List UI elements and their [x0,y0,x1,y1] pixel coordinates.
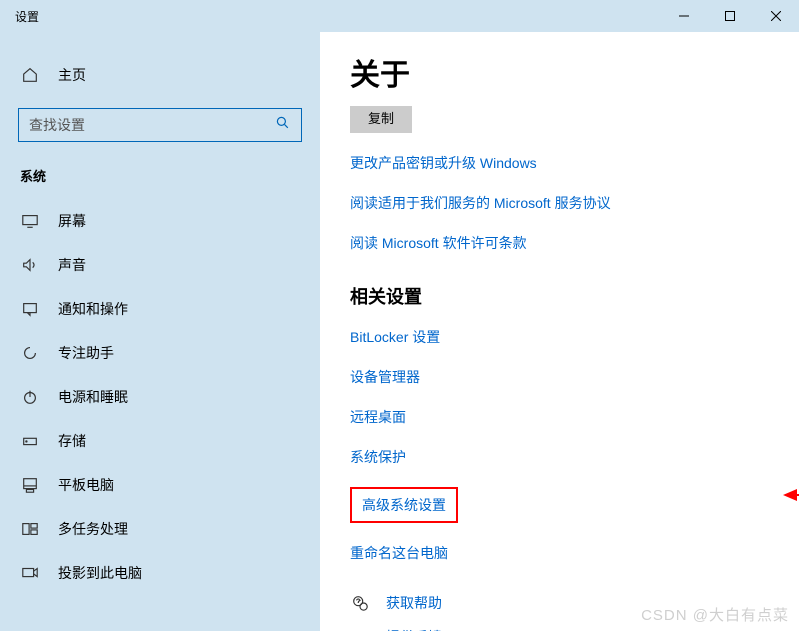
sound-icon [20,256,40,274]
tablet-icon [20,476,40,494]
sidebar-item-notifications[interactable]: 通知和操作 [0,287,320,331]
sidebar-item-label: 平板电脑 [58,475,114,495]
project-icon [20,564,40,582]
focus-icon [20,344,40,362]
search-icon [275,115,291,136]
sidebar-section-title: 系统 [0,162,320,199]
link-remote-desktop[interactable]: 远程桌面 [350,407,406,427]
link-advanced-system-settings[interactable]: 高级系统设置 [362,495,446,515]
sidebar-item-focus[interactable]: 专注助手 [0,331,320,375]
sidebar-item-storage[interactable]: 存储 [0,419,320,463]
link-change-product-key[interactable]: 更改产品密钥或升级 Windows [350,153,537,173]
search-box[interactable] [18,108,302,142]
home-label: 主页 [58,65,86,85]
window-controls [661,0,799,32]
link-device-manager[interactable]: 设备管理器 [350,367,420,387]
notifications-icon [20,300,40,318]
maximize-button[interactable] [707,0,753,32]
sidebar: 主页 系统 屏幕 声音 通知和操作 专注助手 电源和睡眠 存储 [0,32,320,631]
sidebar-item-multitask[interactable]: 多任务处理 [0,507,320,551]
sidebar-item-label: 声音 [58,255,86,275]
link-bitlocker[interactable]: BitLocker 设置 [350,327,440,347]
home-icon [20,66,40,84]
feedback-row[interactable]: 提供反馈 [350,627,769,631]
multitask-icon [20,520,40,538]
storage-icon [20,432,40,450]
close-button[interactable] [753,0,799,32]
sidebar-item-project[interactable]: 投影到此电脑 [0,551,320,595]
sidebar-item-sound[interactable]: 声音 [0,243,320,287]
copy-button[interactable]: 复制 [350,106,412,133]
sidebar-item-label: 通知和操作 [58,299,128,319]
minimize-button[interactable] [661,0,707,32]
page-title: 关于 [350,50,769,94]
sidebar-item-display[interactable]: 屏幕 [0,199,320,243]
link-system-protection[interactable]: 系统保护 [350,447,406,467]
sidebar-item-label: 投影到此电脑 [58,563,142,583]
display-icon [20,212,40,230]
power-icon [20,388,40,406]
sidebar-item-power[interactable]: 电源和睡眠 [0,375,320,419]
help-icon [350,594,370,612]
home-nav[interactable]: 主页 [0,57,320,93]
link-ms-service-agreement[interactable]: 阅读适用于我们服务的 Microsoft 服务协议 [350,193,611,213]
sidebar-item-label: 多任务处理 [58,519,128,539]
get-help-link: 获取帮助 [386,593,442,613]
sidebar-item-label: 存储 [58,431,86,451]
sidebar-item-label: 专注助手 [58,343,114,363]
arrow-annotation-icon [783,485,799,505]
sidebar-item-tablet[interactable]: 平板电脑 [0,463,320,507]
highlight-annotation: 高级系统设置 [350,487,458,523]
related-settings-header: 相关设置 [350,283,769,309]
window-title: 设置 [0,8,39,25]
search-input[interactable] [29,117,275,133]
link-ms-license-terms[interactable]: 阅读 Microsoft 软件许可条款 [350,233,527,253]
main-content: 关于 复制 更改产品密钥或升级 Windows 阅读适用于我们服务的 Micro… [320,32,799,631]
link-rename-pc[interactable]: 重命名这台电脑 [350,543,448,563]
feedback-link: 提供反馈 [386,627,442,631]
watermark: CSDN @大白有点菜 [641,604,789,625]
sidebar-item-label: 屏幕 [58,211,86,231]
sidebar-item-label: 电源和睡眠 [58,387,128,407]
